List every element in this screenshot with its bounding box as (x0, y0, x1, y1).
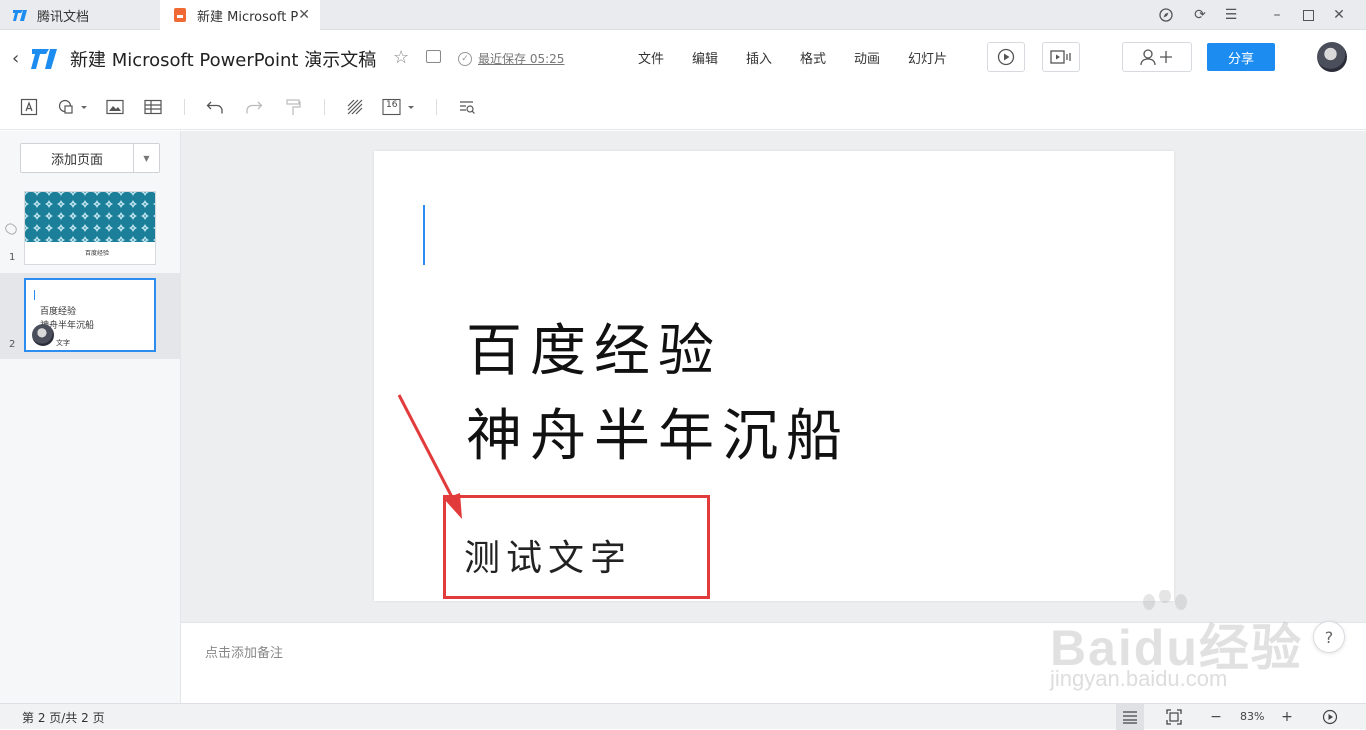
thumbnail-line: 文字 (56, 339, 70, 347)
tab-presentation[interactable]: 新建 Microsoft P ✕ (160, 0, 320, 30)
thumbnail-caption: 百度经验 (85, 250, 110, 257)
toolbar-divider (324, 99, 325, 115)
add-page-label: 添加页面 (50, 152, 103, 168)
page-indicator: 第 2 页/共 2 页 (22, 711, 105, 725)
thumbnail-cursor (34, 290, 35, 300)
table-icon[interactable] (142, 96, 164, 118)
user-avatar[interactable] (1317, 42, 1347, 72)
pattern-background (25, 192, 155, 242)
comment-link-icon (3, 221, 19, 237)
menu-insert[interactable]: 插入 (746, 48, 772, 67)
menu-file[interactable]: 文件 (638, 48, 664, 67)
toolbar-divider (436, 99, 437, 115)
font-size-dropdown[interactable]: 16 (382, 96, 416, 118)
add-collaborator-button[interactable] (1122, 42, 1192, 72)
avatar (32, 324, 54, 346)
redo-icon[interactable] (243, 96, 265, 118)
notes-toggle-icon[interactable] (1116, 704, 1144, 730)
annotation-arrow (397, 394, 462, 519)
text-box-icon[interactable] (18, 96, 40, 118)
slide-thumbnail-2[interactable]: 百度经验 神舟半年沉船 文字 (24, 278, 156, 352)
tab-tencent-docs[interactable]: 腾讯文档 (0, 0, 160, 30)
document-header: ‹ 新建 Microsoft PowerPoint 演示文稿 ☆ ✓ 最近保存 … (0, 30, 1366, 86)
share-button[interactable]: 分享 (1207, 43, 1275, 71)
maximize-icon[interactable] (1291, 0, 1325, 30)
slides-doc-icon (172, 7, 188, 23)
check-circle-icon: ✓ (458, 51, 472, 66)
star-icon[interactable]: ☆ (393, 47, 409, 68)
zoom-out-icon[interactable]: − (1202, 704, 1230, 730)
find-replace-icon[interactable] (456, 96, 478, 118)
folder-icon[interactable] (426, 50, 441, 63)
minimize-icon[interactable]: – (1260, 0, 1294, 30)
speaker-notes[interactable]: 点击添加备注 ? (181, 621, 1366, 703)
refresh-icon[interactable]: ⟳ (1183, 0, 1217, 30)
slide-number: 2 (9, 339, 16, 350)
shape-icon[interactable] (56, 96, 90, 118)
tencent-docs-icon (12, 7, 28, 23)
slide-thumbnail-1[interactable]: 百度经验 (24, 191, 156, 265)
zoom-in-icon[interactable]: + (1273, 704, 1301, 730)
image-icon[interactable] (104, 96, 126, 118)
add-user-icon (1140, 49, 1172, 66)
font-size-value: 16 (386, 100, 398, 110)
menu-slides[interactable]: 幻灯片 (908, 48, 947, 67)
menu-animation[interactable]: 动画 (854, 48, 880, 67)
save-status: ✓ 最近保存 05:25 (458, 50, 564, 67)
tab-label: 腾讯文档 (37, 9, 90, 25)
play-icon (997, 48, 1015, 66)
save-status-text: 最近保存 05:25 (478, 52, 565, 66)
slide-number: 1 (9, 252, 16, 263)
editing-toolbar: 16 (0, 86, 1366, 130)
play-slideshow-icon[interactable] (1316, 704, 1344, 730)
help-icon[interactable]: ? (1313, 621, 1345, 653)
menu-icon[interactable]: ☰ (1214, 0, 1248, 30)
compass-icon[interactable] (1149, 0, 1183, 30)
undo-icon[interactable] (204, 96, 226, 118)
thumbnail-line: 百度经验 (40, 307, 77, 317)
zoom-level: 83% (1240, 710, 1265, 723)
fill-pattern-icon[interactable] (344, 96, 366, 118)
menu-edit[interactable]: 编辑 (692, 48, 718, 67)
add-page-button[interactable]: 添加页面 ▼ (20, 143, 160, 173)
document-title[interactable]: 新建 Microsoft PowerPoint 演示文稿 (70, 46, 376, 72)
play-button[interactable] (987, 42, 1025, 72)
slide-canvas: 百度经验 神舟半年沉船 测试文字 (181, 131, 1366, 622)
back-icon[interactable]: ‹ (12, 48, 19, 69)
chevron-down-icon[interactable]: ▼ (133, 144, 159, 172)
menu-format[interactable]: 格式 (800, 48, 826, 67)
notes-placeholder[interactable]: 点击添加备注 (205, 642, 283, 661)
close-window-icon[interactable]: ✕ (1322, 0, 1356, 30)
current-slide[interactable]: 百度经验 神舟半年沉船 测试文字 (374, 151, 1174, 601)
tencent-docs-logo[interactable] (30, 44, 58, 72)
window-tab-bar: 腾讯文档 新建 Microsoft P ✕ ⟳ ☰ – ✕ (0, 0, 1366, 30)
format-painter-icon[interactable] (282, 96, 304, 118)
slide-thumbnail-panel: 添加页面 ▼ 1 百度经验 2 百度经验 神舟半年沉船 文字 (0, 131, 181, 703)
presenter-icon (1050, 50, 1071, 64)
status-bar: 第 2 页/共 2 页 − 83% + (0, 703, 1366, 730)
fit-screen-icon[interactable] (1160, 704, 1188, 730)
toolbar-divider (184, 99, 185, 115)
tab-label: 新建 Microsoft P (197, 9, 299, 25)
presenter-view-button[interactable] (1042, 42, 1080, 72)
close-tab-icon[interactable]: ✕ (298, 7, 310, 23)
